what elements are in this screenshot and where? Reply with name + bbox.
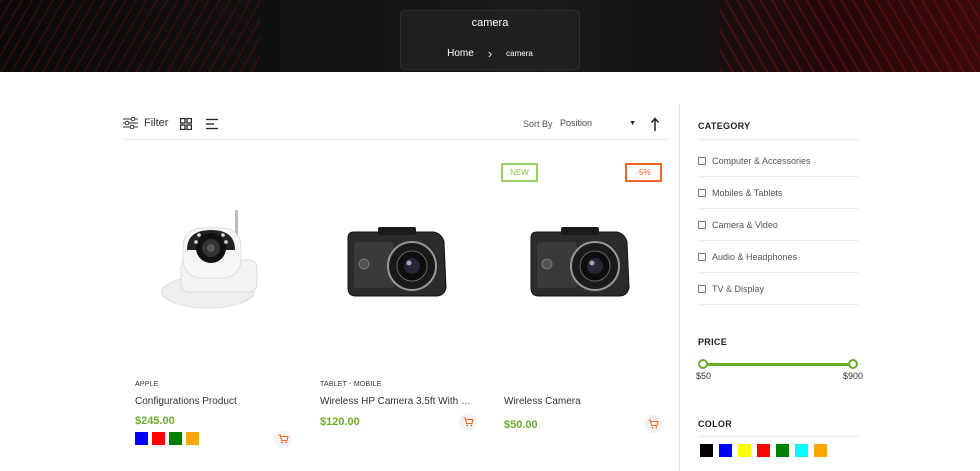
swatch-green[interactable]: [169, 432, 182, 445]
price-range-track: [703, 363, 853, 366]
category-item-computer-accessories[interactable]: Computer & Accessories: [698, 145, 858, 177]
dash-camera-image: [347, 227, 447, 297]
product-name[interactable]: Wireless HP Camera 3.5ft With Blue: [320, 396, 475, 407]
color-swatch-red[interactable]: [757, 444, 770, 457]
color-swatches: [135, 432, 199, 445]
breadcrumb-home-link[interactable]: Home: [447, 48, 474, 59]
product-name[interactable]: Wireless Camera: [504, 396, 664, 407]
cart-icon: [278, 434, 289, 444]
color-swatch-orange[interactable]: [814, 444, 827, 457]
price-min-handle[interactable]: [698, 359, 708, 369]
color-swatch-black[interactable]: [700, 444, 713, 457]
product-toolbar: Filter Sort By Position ▼: [123, 112, 668, 140]
price-title: PRICE: [698, 337, 728, 347]
product-image[interactable]: [501, 180, 671, 330]
color-swatch-green[interactable]: [776, 444, 789, 457]
filter-button[interactable]: Filter: [123, 117, 168, 129]
sliders-icon: [123, 117, 138, 129]
color-filter-swatches: [700, 444, 827, 457]
category-item-tv-display[interactable]: TV & Display: [698, 273, 858, 305]
page-title: camera: [471, 17, 509, 29]
price-range-slider: [698, 359, 858, 369]
list-view-icon[interactable]: [206, 118, 218, 130]
product-image[interactable]: [308, 180, 478, 330]
category-label: Audio & Headphones: [712, 251, 798, 262]
add-to-cart-button[interactable]: [459, 413, 477, 431]
category-item-mobiles-tablets[interactable]: Mobiles & Tablets: [698, 177, 858, 209]
cart-icon: [648, 419, 659, 429]
chevron-right-icon: ›: [487, 46, 493, 61]
hero-banner: camera Home › camera: [0, 0, 980, 72]
breadcrumb-current: camera: [506, 49, 533, 58]
price-max-handle[interactable]: [848, 359, 858, 369]
add-to-cart-button[interactable]: [274, 430, 292, 448]
category-label: Computer & Accessories: [712, 155, 811, 166]
swatch-red[interactable]: [152, 432, 165, 445]
category-label: TV & Display: [712, 283, 765, 294]
filter-label: Filter: [144, 117, 169, 129]
checkbox[interactable]: [698, 220, 706, 229]
filter-sidebar: CATEGORY Computer & Accessories Mobiles …: [679, 105, 980, 471]
cart-icon: [463, 417, 474, 427]
color-swatch-cyan[interactable]: [795, 444, 808, 457]
product-price: $245.00: [135, 415, 175, 427]
checkbox[interactable]: [698, 156, 706, 165]
caret-down-icon: ▼: [629, 119, 636, 127]
product-card: APPLE Configurations Product $245.00: [123, 150, 293, 450]
checkbox[interactable]: [698, 188, 706, 197]
swatch-blue[interactable]: [135, 432, 148, 445]
product-card: TABLET - MOBILE Wireless HP Camera 3.5ft…: [308, 150, 478, 450]
breadcrumb: Home › camera: [0, 46, 980, 61]
ip-camera-image: [161, 210, 258, 309]
checkbox[interactable]: [698, 284, 706, 293]
sort-by-label: Sort By: [523, 119, 553, 129]
category-label: Mobiles & Tablets: [712, 187, 783, 198]
add-to-cart-button[interactable]: [644, 415, 662, 433]
product-brand[interactable]: TABLET - MOBILE: [320, 381, 381, 388]
divider: [698, 436, 858, 437]
product-price: $120.00: [320, 416, 360, 428]
checkbox[interactable]: [698, 252, 706, 261]
product-name[interactable]: Configurations Product: [135, 396, 295, 407]
product-brand[interactable]: APPLE: [135, 381, 159, 388]
category-item-audio-headphones[interactable]: Audio & Headphones: [698, 241, 858, 273]
product-card: NEW -5% Wireless Camera $50.00: [501, 150, 671, 450]
price-max-value: $900: [843, 371, 864, 381]
sort-direction-arrow-icon[interactable]: [650, 117, 660, 131]
sort-select-value: Position: [560, 118, 593, 128]
product-image[interactable]: [123, 180, 293, 330]
grid-view-icon[interactable]: [180, 118, 192, 130]
color-swatch-yellow[interactable]: [738, 444, 751, 457]
category-title: CATEGORY: [698, 121, 751, 131]
color-title: COLOR: [698, 419, 732, 429]
divider: [698, 139, 858, 140]
dash-camera-image: [530, 227, 630, 297]
price-min-value: $50: [696, 371, 712, 381]
color-swatch-blue[interactable]: [719, 444, 732, 457]
product-price: $50.00: [504, 419, 538, 431]
swatch-orange[interactable]: [186, 432, 199, 445]
sort-select[interactable]: Position ▼: [560, 115, 638, 131]
category-item-camera-video[interactable]: Camera & Video: [698, 209, 858, 241]
category-label: Camera & Video: [712, 219, 778, 230]
